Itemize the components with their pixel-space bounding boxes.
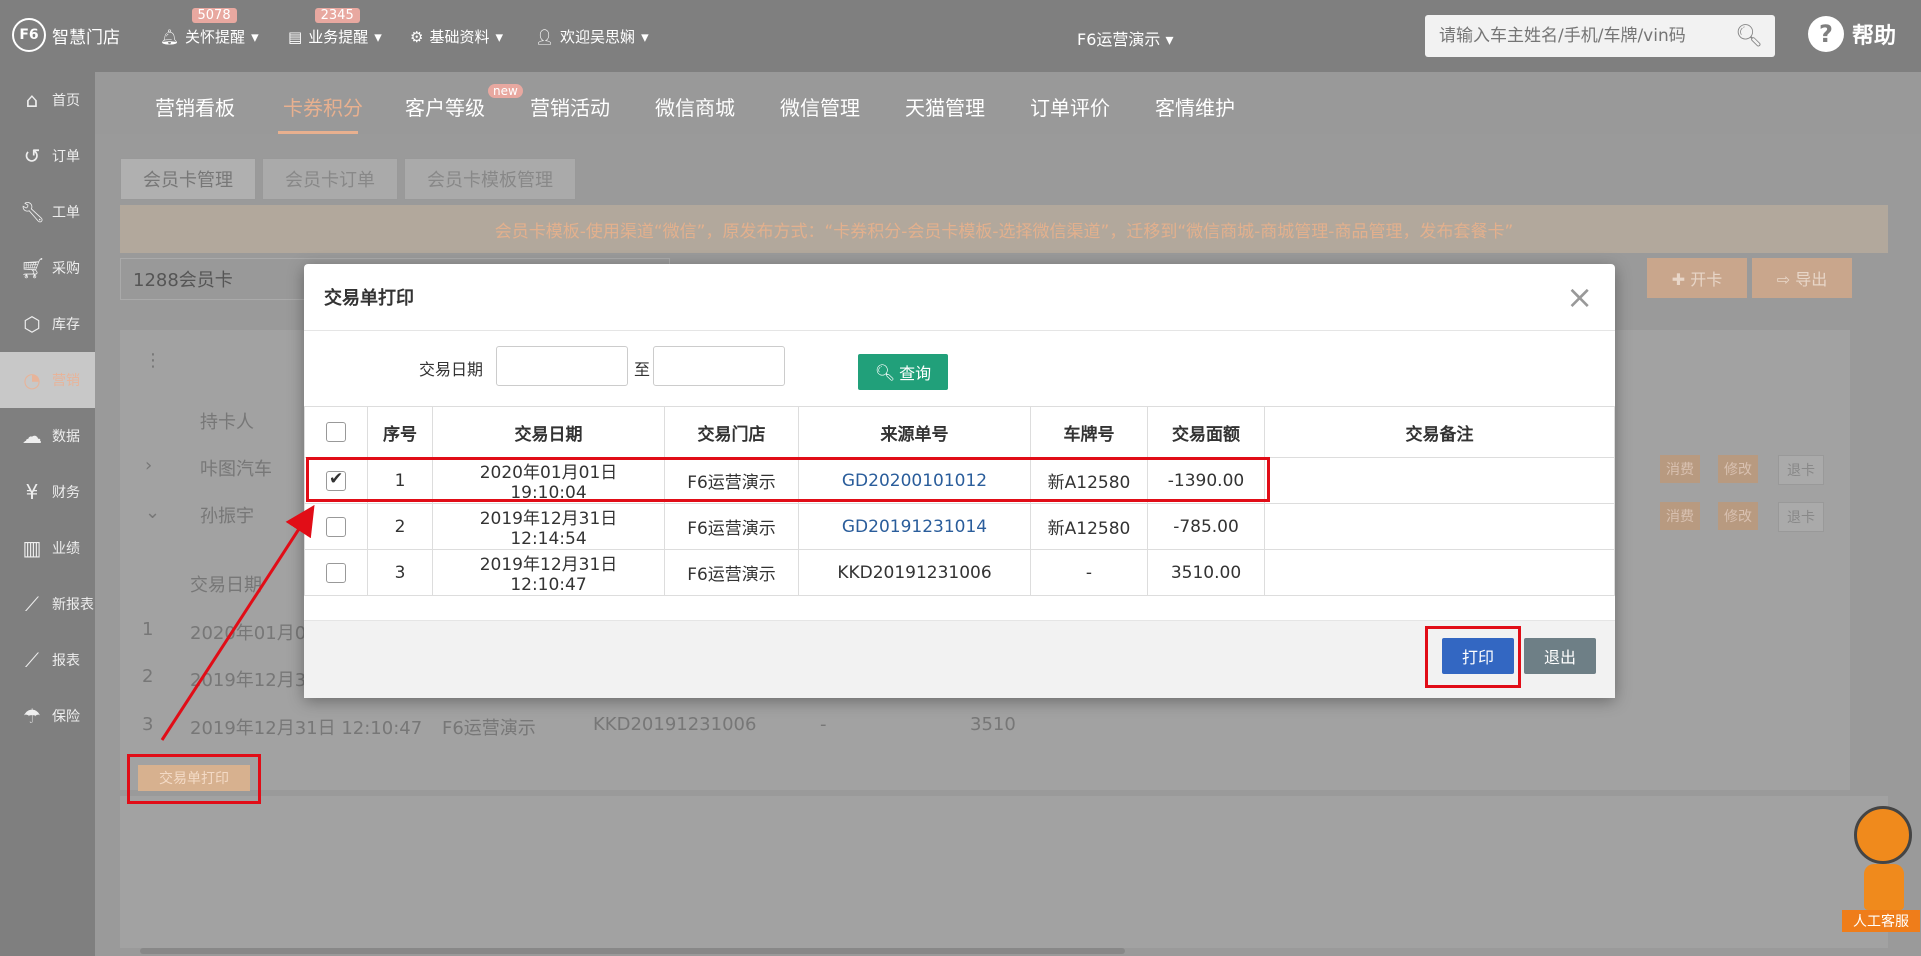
robot-mascot-icon xyxy=(1854,806,1912,864)
customer-service-label: 人工客服 xyxy=(1842,910,1920,932)
robot-body xyxy=(1864,864,1904,910)
annotation-arrow xyxy=(160,504,315,741)
customer-service-widget[interactable]: 人工客服 xyxy=(1840,800,1921,940)
